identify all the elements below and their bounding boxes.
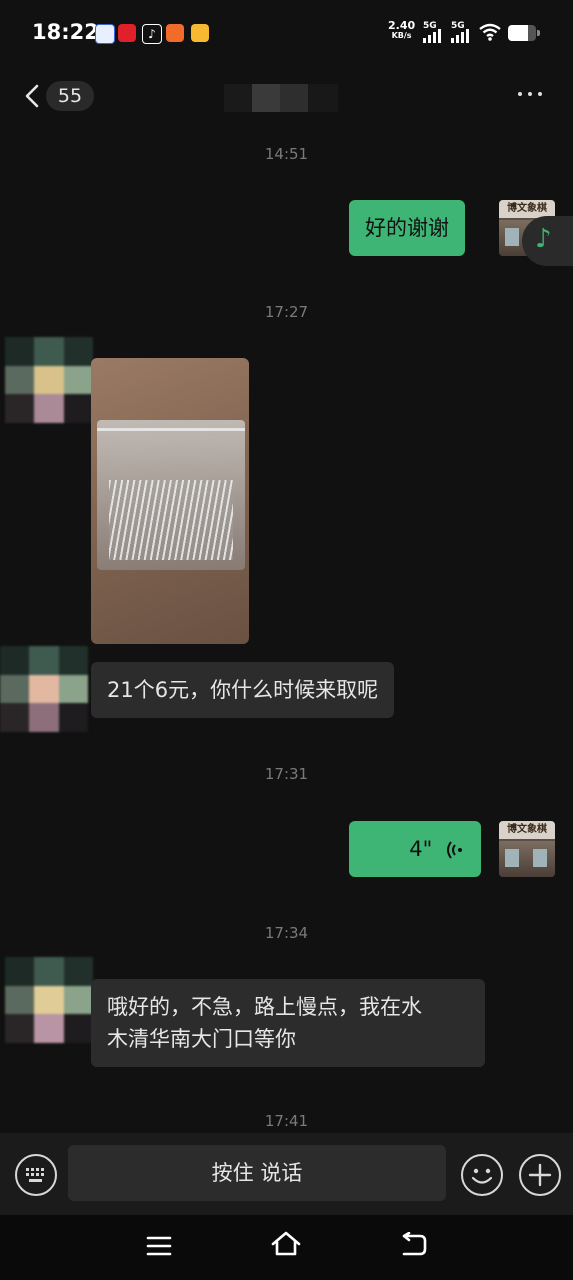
menu-icon[interactable]	[145, 1235, 173, 1257]
photo-plastic-bag	[97, 420, 245, 570]
avatar-sign-text: 博文象棋	[499, 821, 555, 839]
outgoing-message-bubble[interactable]: 好的谢谢	[349, 200, 465, 256]
message-text: 好的谢谢	[365, 216, 449, 240]
network-speed-unit: KB/s	[391, 31, 412, 40]
contact-avatar[interactable]	[5, 337, 93, 423]
keyboard-icon[interactable]	[15, 1154, 57, 1196]
yellow-app-icon	[191, 24, 209, 42]
signal-bars-icon	[423, 25, 441, 43]
emoji-icon[interactable]	[461, 1154, 503, 1196]
voice-wave-icon	[447, 841, 462, 859]
image-message[interactable]	[91, 358, 249, 644]
music-note-icon: ♪	[535, 224, 552, 254]
red-app-icon	[118, 24, 136, 42]
timestamp: 14:51	[264, 145, 309, 163]
battery-icon	[508, 25, 540, 41]
voice-duration: 4"	[409, 837, 433, 861]
status-time: 18:22	[32, 20, 99, 44]
incoming-message-bubble[interactable]: 21个6元，你什么时候来取呢	[91, 662, 395, 718]
message-text-line: 哦好的，不急，路上慢点，我在水	[107, 995, 422, 1019]
timestamp: 17:41	[264, 1112, 309, 1130]
baidu-app-icon	[95, 24, 115, 44]
wifi-icon	[479, 23, 501, 41]
my-avatar[interactable]: 博文象棋	[499, 821, 555, 877]
contact-avatar[interactable]	[5, 957, 93, 1043]
timestamp: 17:34	[264, 924, 309, 942]
hold-to-talk-button[interactable]: 按住 说话	[68, 1145, 446, 1201]
plus-icon[interactable]	[519, 1154, 561, 1196]
contact-avatar[interactable]	[0, 646, 88, 732]
orange-app-icon	[166, 24, 184, 42]
network-speed: 2.40 KB/s	[388, 19, 416, 41]
message-text-line: 木清华南大门口等你	[107, 1027, 296, 1051]
contact-name-redacted	[224, 84, 338, 112]
timestamp: 17:31	[264, 765, 309, 783]
music-player-float[interactable]: ♪	[522, 216, 573, 266]
signal-bars-icon	[451, 25, 469, 43]
voice-message-bubble[interactable]: 4"	[349, 821, 481, 877]
network-speed-value: 2.40	[388, 19, 416, 32]
incoming-message-bubble[interactable]: 哦好的，不急，路上慢点，我在水 木清华南大门口等你	[91, 979, 485, 1067]
home-icon[interactable]	[270, 1230, 302, 1258]
unread-count-badge[interactable]: 55	[46, 81, 94, 111]
return-icon[interactable]	[398, 1232, 428, 1258]
more-icon[interactable]	[518, 92, 542, 96]
message-text: 21个6元，你什么时候来取呢	[107, 678, 379, 702]
tiktok-app-icon: ♪	[142, 24, 162, 44]
timestamp: 17:27	[264, 303, 309, 321]
